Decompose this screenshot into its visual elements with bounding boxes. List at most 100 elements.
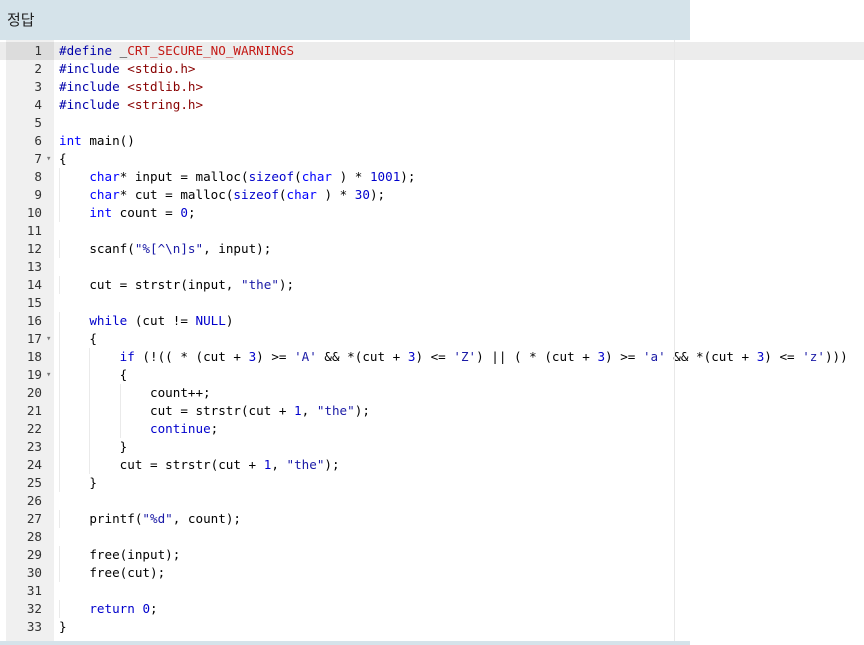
code-token: int: [89, 205, 113, 220]
indent-guide: [119, 420, 121, 438]
code-line[interactable]: 23 }: [0, 438, 864, 456]
code-line[interactable]: 5: [0, 114, 864, 132]
fold-toggle-icon[interactable]: ▾: [46, 150, 54, 168]
code-line[interactable]: 6 int main(): [0, 132, 864, 150]
answer-header: 정답: [0, 0, 690, 40]
code-token: ,: [301, 403, 317, 418]
code-text: return 0;: [59, 600, 158, 618]
line-number: 8: [34, 169, 42, 184]
code-token: ;: [150, 601, 158, 616]
code-token: <stdio.h>: [127, 61, 196, 76]
code-token: );: [324, 457, 340, 472]
code-text: #include <stdlib.h>: [59, 78, 203, 96]
code-line[interactable]: 22 continue;: [0, 420, 864, 438]
code-token: 30: [354, 187, 370, 202]
line-number: 28: [26, 529, 42, 544]
indent-guide: [59, 204, 60, 222]
code-line[interactable]: 4 #include <string.h>: [0, 96, 864, 114]
indent-guide: [59, 564, 60, 582]
code-line[interactable]: 10 int count = 0;: [0, 204, 864, 222]
indent-guide: [59, 384, 60, 402]
code-line[interactable]: 15: [0, 294, 864, 312]
code-token: 0: [142, 601, 151, 616]
code-token: && *(cut +: [316, 349, 408, 364]
code-token: (!(( * (cut +: [134, 349, 249, 364]
code-token: "%d": [142, 511, 173, 526]
code-line[interactable]: 2 #include <stdio.h>: [0, 60, 864, 78]
code-lines: 1 #define _CRT_SECURE_NO_WARNINGS 2 #includ…: [0, 42, 864, 636]
code-line[interactable]: 31: [0, 582, 864, 600]
code-token: 'z': [802, 349, 825, 364]
code-token: 1001: [369, 169, 401, 184]
line-number: 23: [26, 439, 42, 454]
code-token: continue: [150, 421, 211, 436]
code-token: {: [59, 367, 128, 382]
code-token: #define: [59, 43, 120, 58]
line-number: 6: [34, 133, 42, 148]
code-token: "the": [240, 277, 279, 292]
indent-guide: [59, 168, 60, 186]
line-number: 25: [26, 475, 42, 490]
code-line[interactable]: 30 free(cut);: [0, 564, 864, 582]
code-token: ) <=: [764, 349, 803, 364]
code-line[interactable]: 29 free(input);: [0, 546, 864, 564]
code-token: #include: [59, 79, 128, 94]
code-line[interactable]: 21 cut = strstr(cut + 1, "the");: [0, 402, 864, 420]
line-number: 29: [26, 547, 42, 562]
code-line[interactable]: 3 #include <stdlib.h>: [0, 78, 864, 96]
code-token: count++;: [59, 385, 211, 400]
code-line[interactable]: 28: [0, 528, 864, 546]
code-token: "%[^\n]s": [134, 241, 204, 256]
code-line[interactable]: 24 cut = strstr(cut + 1, "the");: [0, 456, 864, 474]
code-text: char* input = malloc(sizeof(char ) * 100…: [59, 168, 415, 186]
code-token: char: [301, 169, 333, 184]
code-line[interactable]: 11: [0, 222, 864, 240]
code-token: , count);: [172, 511, 241, 526]
code-line[interactable]: 32 return 0;: [0, 600, 864, 618]
indent-guide: [59, 474, 60, 492]
line-number: 13: [26, 259, 42, 274]
code-token: 3: [597, 349, 606, 364]
code-text: while (cut != NULL): [59, 312, 233, 330]
code-token: sizeof: [233, 187, 279, 202]
code-token: main(): [81, 133, 135, 148]
line-number: 10: [26, 205, 42, 220]
code-line[interactable]: 25 }: [0, 474, 864, 492]
code-line[interactable]: 26: [0, 492, 864, 510]
code-token: * input = malloc(: [119, 169, 249, 184]
code-editor[interactable]: 1 #define _CRT_SECURE_NO_WARNINGS 2 #includ…: [0, 40, 864, 645]
code-line[interactable]: 17 ▾ {: [0, 330, 864, 348]
code-line[interactable]: 18 if (!(( * (cut + 3) >= 'A' && *(cut +…: [0, 348, 864, 366]
print-margin-line: [674, 40, 675, 645]
code-token: 'A': [294, 349, 317, 364]
fold-toggle-icon[interactable]: ▾: [46, 330, 54, 348]
code-text: #define _CRT_SECURE_NO_WARNINGS: [59, 42, 294, 60]
indent-guide: [59, 240, 60, 258]
code-line[interactable]: 13: [0, 258, 864, 276]
code-token: {: [59, 151, 67, 166]
code-line[interactable]: 7 ▾{: [0, 150, 864, 168]
code-line[interactable]: 19 ▾ {: [0, 366, 864, 384]
indent-guide: [59, 402, 60, 420]
code-line[interactable]: 33}: [0, 618, 864, 636]
code-text: cut = strstr(cut + 1, "the");: [59, 456, 340, 474]
code-line[interactable]: 1 #define _CRT_SECURE_NO_WARNINGS: [0, 42, 864, 60]
line-number: 5: [34, 115, 42, 130]
indent-guide: [59, 420, 60, 438]
code-line[interactable]: 9 char* cut = malloc(sizeof(char ) * 30)…: [0, 186, 864, 204]
fold-toggle-icon[interactable]: ▾: [46, 366, 54, 384]
line-number: 12: [26, 241, 42, 256]
code-token: #include: [59, 61, 128, 76]
code-line[interactable]: 14 cut = strstr(input, "the");: [0, 276, 864, 294]
indent-guide: [59, 186, 60, 204]
code-line[interactable]: 8 char* input = malloc(sizeof(char ) * 1…: [0, 168, 864, 186]
code-line[interactable]: 20 count++;: [0, 384, 864, 402]
code-line[interactable]: 27 printf("%d", count);: [0, 510, 864, 528]
code-line[interactable]: 16 while (cut != NULL): [0, 312, 864, 330]
code-token: if: [119, 349, 135, 364]
code-line[interactable]: 12 scanf("%[^\n]s", input);: [0, 240, 864, 258]
code-text: int count = 0;: [59, 204, 195, 222]
